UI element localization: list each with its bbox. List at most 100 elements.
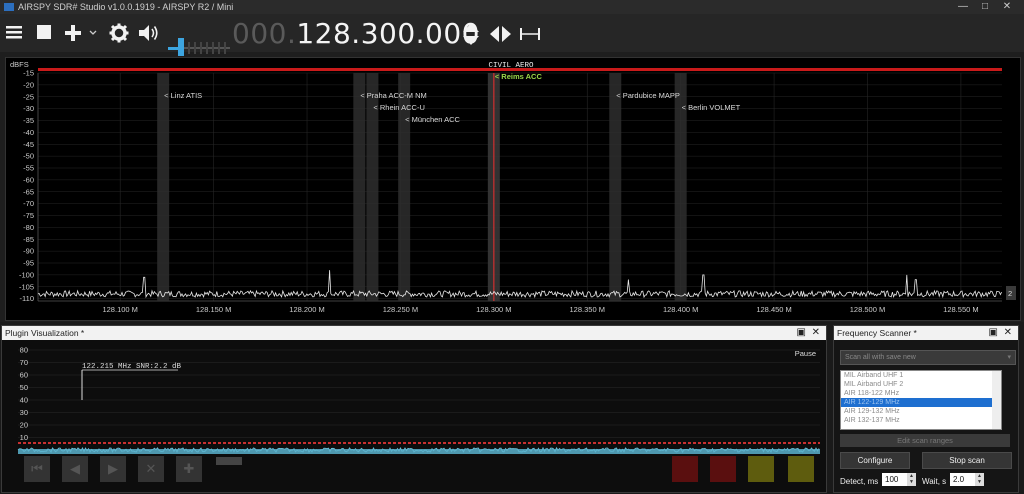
plugin-control-2[interactable]: ◀ (62, 456, 88, 482)
updown-arrows-icon[interactable] (462, 22, 480, 46)
plugin-control-3[interactable]: ▶ (100, 456, 126, 482)
x-tick-label: 128.300 M (476, 305, 511, 314)
wait-label: Wait, s (922, 477, 947, 486)
plugin-y-tick-label: 20 (20, 421, 28, 430)
y-tick-label: -110 (20, 294, 34, 303)
plugin-y-tick-label: 60 (20, 371, 28, 380)
maximize-button[interactable]: □ (974, 0, 996, 14)
bottom-area: Plugin Visualization * ▣ ✕ 80 70 60 50 40 30 2… (0, 322, 1024, 494)
x-tick-label: 128.350 M (570, 305, 605, 314)
plugin-y-tick-label: 80 (20, 346, 28, 355)
scan-range-item[interactable]: MIL Airband UHF 2 (841, 380, 1001, 389)
plugin-status-bar (216, 457, 242, 465)
station-label[interactable]: < Pardubice MAPP (616, 91, 680, 100)
peak-marker-label: 122.215 MHz SNR:2.2 dB (82, 363, 182, 371)
title-bar: AIRSPY SDR# Studio v1.0.0.1919 - AIRSPY … (0, 0, 1024, 14)
menu-icon[interactable] (6, 25, 22, 39)
yellow-button-2[interactable] (788, 456, 814, 482)
y-tick-label: -25 (23, 92, 34, 101)
y-tick-label: -85 (23, 235, 34, 244)
y-tick-label: -50 (23, 152, 34, 161)
add-icon[interactable] (64, 24, 82, 42)
app-logo-icon (4, 3, 14, 11)
scan-ranges-scrollbar[interactable] (992, 371, 1001, 429)
pause-label[interactable]: Pause (795, 349, 816, 358)
window-controls: — □ ✕ (952, 0, 1018, 14)
wait-input[interactable]: 2.0 (950, 473, 977, 486)
maximize-icon[interactable]: ▣ (989, 326, 998, 340)
wait-spinner[interactable]: ▲ ▼ (975, 473, 984, 486)
station-band[interactable] (353, 73, 366, 301)
scan-range-item[interactable]: AIR 132-137 MHz (841, 416, 1001, 425)
station-label[interactable]: < Reims ACC (495, 72, 543, 81)
spectrum-analyzer[interactable]: dBFS CIVIL AERO -15 -20 -25 -30 -35 -40 -45 -50… (5, 57, 1021, 321)
yellow-button-1[interactable] (748, 456, 774, 482)
scan-range-item[interactable]: AIR 118-122 MHz (841, 389, 1001, 398)
chevron-down-icon[interactable] (89, 30, 97, 36)
cross-icon: ✕ (145, 461, 157, 476)
station-band[interactable] (157, 73, 170, 301)
y-tick-label: -70 (23, 199, 34, 208)
y-tick-label: -35 (23, 116, 34, 125)
volume-knob[interactable] (178, 38, 184, 56)
plugin-control-1[interactable]: ⏮ (24, 456, 50, 482)
red-button-2[interactable] (710, 456, 736, 482)
y-tick-label: -40 (23, 128, 34, 137)
maximize-icon[interactable]: ▣ (797, 326, 806, 340)
leftright-arrows-icon[interactable] (489, 25, 513, 43)
detect-label: Detect, ms (840, 477, 879, 486)
scan-range-item[interactable]: MIL Airband UHF 1 (841, 371, 1001, 380)
speaker-icon[interactable] (138, 24, 160, 42)
span-icon[interactable] (520, 27, 540, 41)
toolbar: 000.128.300.000 (0, 14, 1024, 56)
stop-icon[interactable] (37, 25, 51, 39)
configure-button[interactable]: Configure (840, 452, 910, 469)
detect-input[interactable]: 100 (882, 473, 909, 486)
play-icon: ▶ (108, 461, 118, 476)
stop-scan-button[interactable]: Stop scan (922, 452, 1012, 469)
station-band[interactable] (609, 73, 622, 301)
station-label[interactable]: < Praha ACC-M NM (360, 91, 426, 100)
station-label[interactable]: < München ACC (405, 115, 460, 124)
spectrum-scroll-value: 2 (1008, 289, 1012, 298)
y-tick-label: -100 (19, 270, 34, 279)
band-label: CIVIL AERO (488, 62, 534, 70)
detect-spinner[interactable]: ▲ ▼ (907, 473, 916, 486)
prev-icon: ◀ (70, 461, 80, 476)
spectrum-plot[interactable]: dBFS CIVIL AERO -15-20-25-30-35-40-45-50… (6, 58, 1020, 320)
close-icon[interactable]: ✕ (1004, 326, 1012, 340)
x-tick-label: 128.100 M (102, 305, 137, 314)
station-label[interactable]: < Linz ATIS (164, 91, 202, 100)
station-label[interactable]: < Berlin VOLMET (682, 103, 741, 112)
plugin-visualization-panel: Plugin Visualization * ▣ ✕ 80 70 60 50 40 30 2… (1, 325, 827, 493)
station-label[interactable]: < Rhein ACC-U (373, 103, 424, 112)
close-window-button[interactable]: ✕ (996, 0, 1018, 14)
minimize-button[interactable]: — (952, 0, 974, 14)
expand-icon: ✚ (183, 461, 195, 476)
x-tick-label: 128.200 M (289, 305, 324, 314)
scan-range-item[interactable]: AIR 129-132 MHz (841, 407, 1001, 416)
plugin-y-tick-label: 40 (20, 396, 28, 405)
y-tick-label: -20 (23, 80, 34, 89)
plugin-y-tick-label: 30 (20, 408, 28, 417)
frequency-scanner-panel: Frequency Scanner * ▣ ✕ Scan all with sa… (833, 325, 1019, 493)
frequency-value: 128.300.000 (296, 17, 480, 50)
edit-scan-ranges-button[interactable]: Edit scan ranges (840, 434, 1010, 447)
spectrum-trace (37, 270, 1002, 299)
y-tick-label: -55 (23, 164, 34, 173)
plugin-control-4[interactable]: ✕ (138, 456, 164, 482)
scan-range-item[interactable]: AIR 122-129 MHz (841, 398, 1001, 407)
x-tick-label: 128.150 M (196, 305, 231, 314)
y-tick-label: -105 (19, 282, 34, 291)
y-tick-label: -60 (23, 175, 34, 184)
plugin-panel-title: Plugin Visualization * (5, 328, 85, 338)
scan-mode-select[interactable]: Scan all with save new ▾ (840, 350, 1016, 365)
scan-ranges-list[interactable]: MIL Airband UHF 1 MIL Airband UHF 2 AIR 11… (840, 370, 1002, 430)
y-tick-label: -95 (23, 259, 34, 268)
close-icon[interactable]: ✕ (812, 326, 820, 340)
frequency-display[interactable]: 000.128.300.000 (232, 18, 480, 50)
scanner-panel-header: Frequency Scanner * ▣ ✕ (834, 326, 1018, 340)
gear-icon[interactable] (109, 23, 129, 43)
plugin-control-5[interactable]: ✚ (176, 456, 202, 482)
red-button-1[interactable] (672, 456, 698, 482)
